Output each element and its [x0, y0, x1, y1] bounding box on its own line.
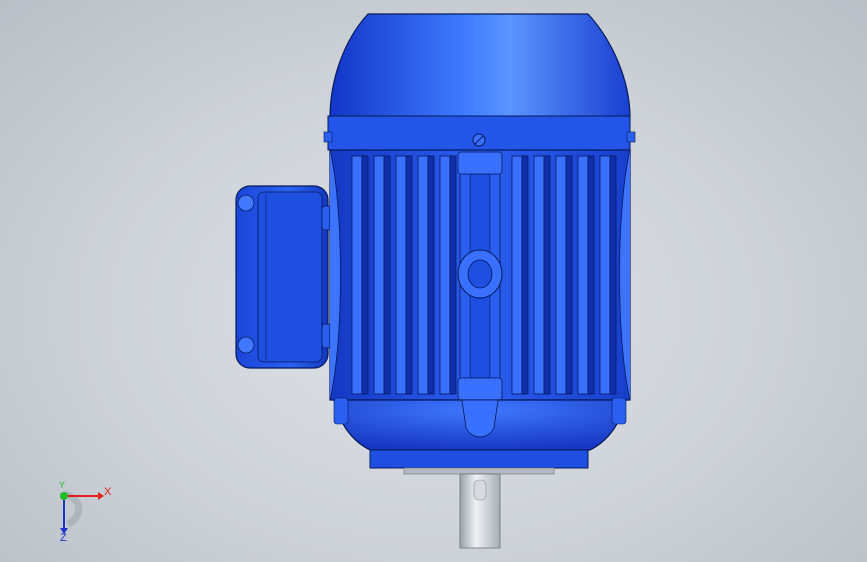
cooling-fin — [577, 155, 589, 395]
z-axis-label: Z — [60, 532, 67, 544]
fin-gap — [449, 155, 457, 395]
cooling-fin — [373, 155, 385, 395]
cooling-fin — [511, 155, 523, 395]
orientation-triad: X Y Z — [46, 480, 116, 546]
fin-gap — [521, 155, 529, 395]
cooling-fin — [599, 155, 611, 395]
cooling-fin — [351, 155, 363, 395]
fin-gap — [427, 155, 435, 395]
cad-viewport[interactable]: X Y Z — [0, 0, 867, 562]
end-shield[interactable] — [333, 397, 627, 469]
fin-gap — [543, 155, 551, 395]
cooling-fin — [555, 155, 567, 395]
cooling-fin — [439, 155, 451, 395]
fin-gap — [565, 155, 573, 395]
cooling-fin — [417, 155, 429, 395]
cooling-fin — [533, 155, 545, 395]
terminal-box[interactable] — [235, 185, 337, 369]
fin-gap — [405, 155, 413, 395]
y-axis-label: Y — [59, 480, 66, 490]
x-axis-label: X — [104, 486, 112, 498]
fin-gap — [587, 155, 595, 395]
fin-gap — [383, 155, 391, 395]
fin-gap — [609, 155, 617, 395]
output-shaft[interactable] — [403, 467, 555, 549]
y-axis-dot — [60, 492, 68, 500]
fin-gap — [361, 155, 369, 395]
cooling-fin — [395, 155, 407, 395]
motor-model[interactable] — [0, 0, 867, 562]
fan-cover[interactable] — [323, 13, 636, 151]
stator-body[interactable] — [329, 149, 631, 401]
